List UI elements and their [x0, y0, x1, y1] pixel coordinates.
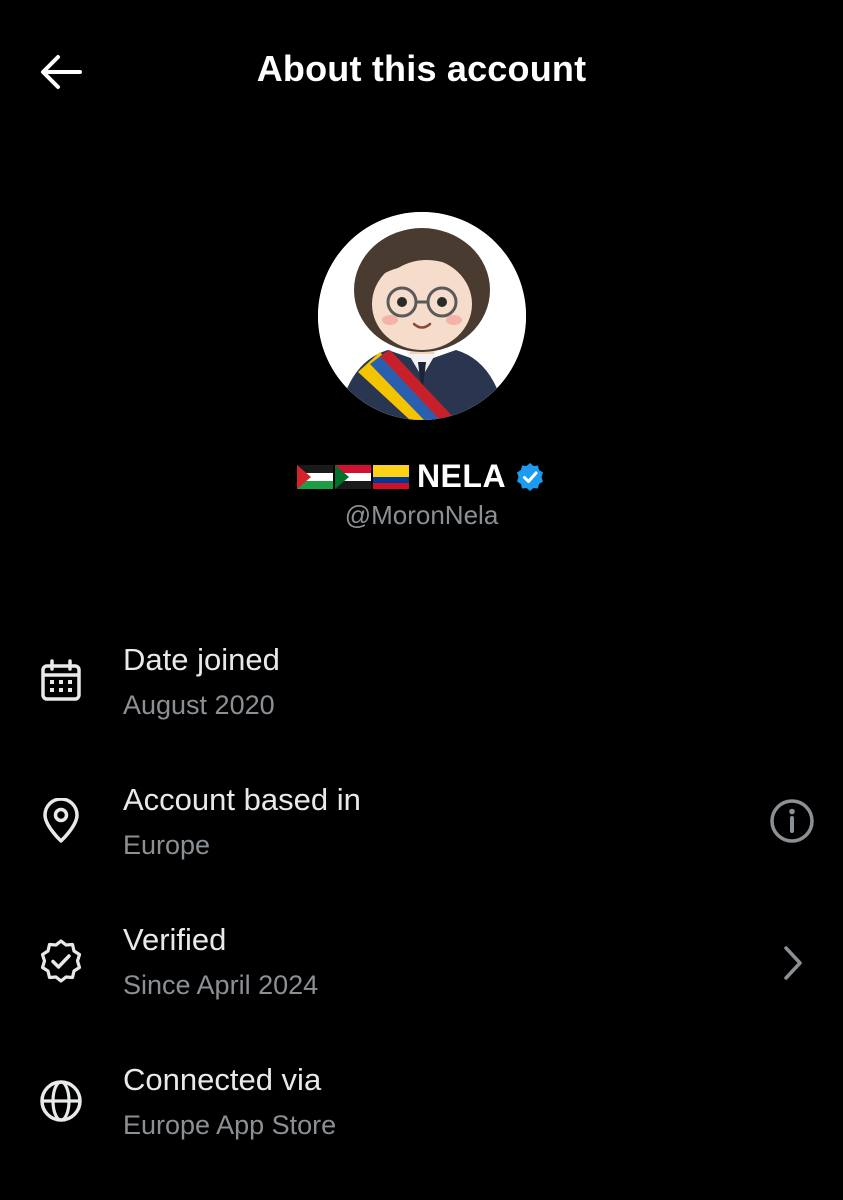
avatar[interactable] — [318, 212, 526, 420]
account-based-in-row: Account based in Europe — [0, 770, 843, 880]
connected-via-row: Connected via Europe App Store — [0, 1050, 843, 1160]
sudan-flag-icon — [334, 464, 371, 489]
verified-details-button[interactable] — [767, 938, 817, 988]
page-title: About this account — [256, 48, 587, 89]
info-icon — [770, 799, 814, 843]
connected-via-label: Connected via — [123, 1062, 322, 1097]
display-name-row: NELA — [0, 458, 843, 495]
display-name: NELA — [416, 458, 507, 494]
colombia-flag-icon — [372, 464, 409, 489]
connected-via-value: Europe App Store — [123, 1110, 337, 1140]
profile-avatar-image — [318, 212, 526, 420]
verified-row[interactable]: Verified Since April 2024 — [0, 910, 843, 1020]
date-joined-label: Date joined — [123, 642, 280, 677]
date-joined-value: August 2020 — [123, 690, 275, 720]
chevron-right-icon — [784, 946, 802, 980]
verified-seal-icon — [38, 938, 84, 984]
verified-label: Verified — [123, 922, 227, 957]
header-bar: About this account — [0, 0, 843, 140]
verified-badge-icon[interactable] — [514, 461, 546, 493]
location-pin-icon — [38, 798, 84, 844]
calendar-icon — [38, 658, 84, 704]
account-based-in-value: Europe — [123, 830, 211, 860]
flag-group — [296, 464, 409, 489]
verified-value: Since April 2024 — [123, 970, 319, 1000]
palestine-flag-icon — [296, 464, 333, 489]
account-based-in-label: Account based in — [123, 782, 361, 817]
info-button[interactable] — [767, 796, 817, 846]
user-handle: @MoronNela — [344, 500, 499, 530]
date-joined-row: Date joined August 2020 — [0, 630, 843, 740]
globe-icon — [38, 1078, 84, 1124]
